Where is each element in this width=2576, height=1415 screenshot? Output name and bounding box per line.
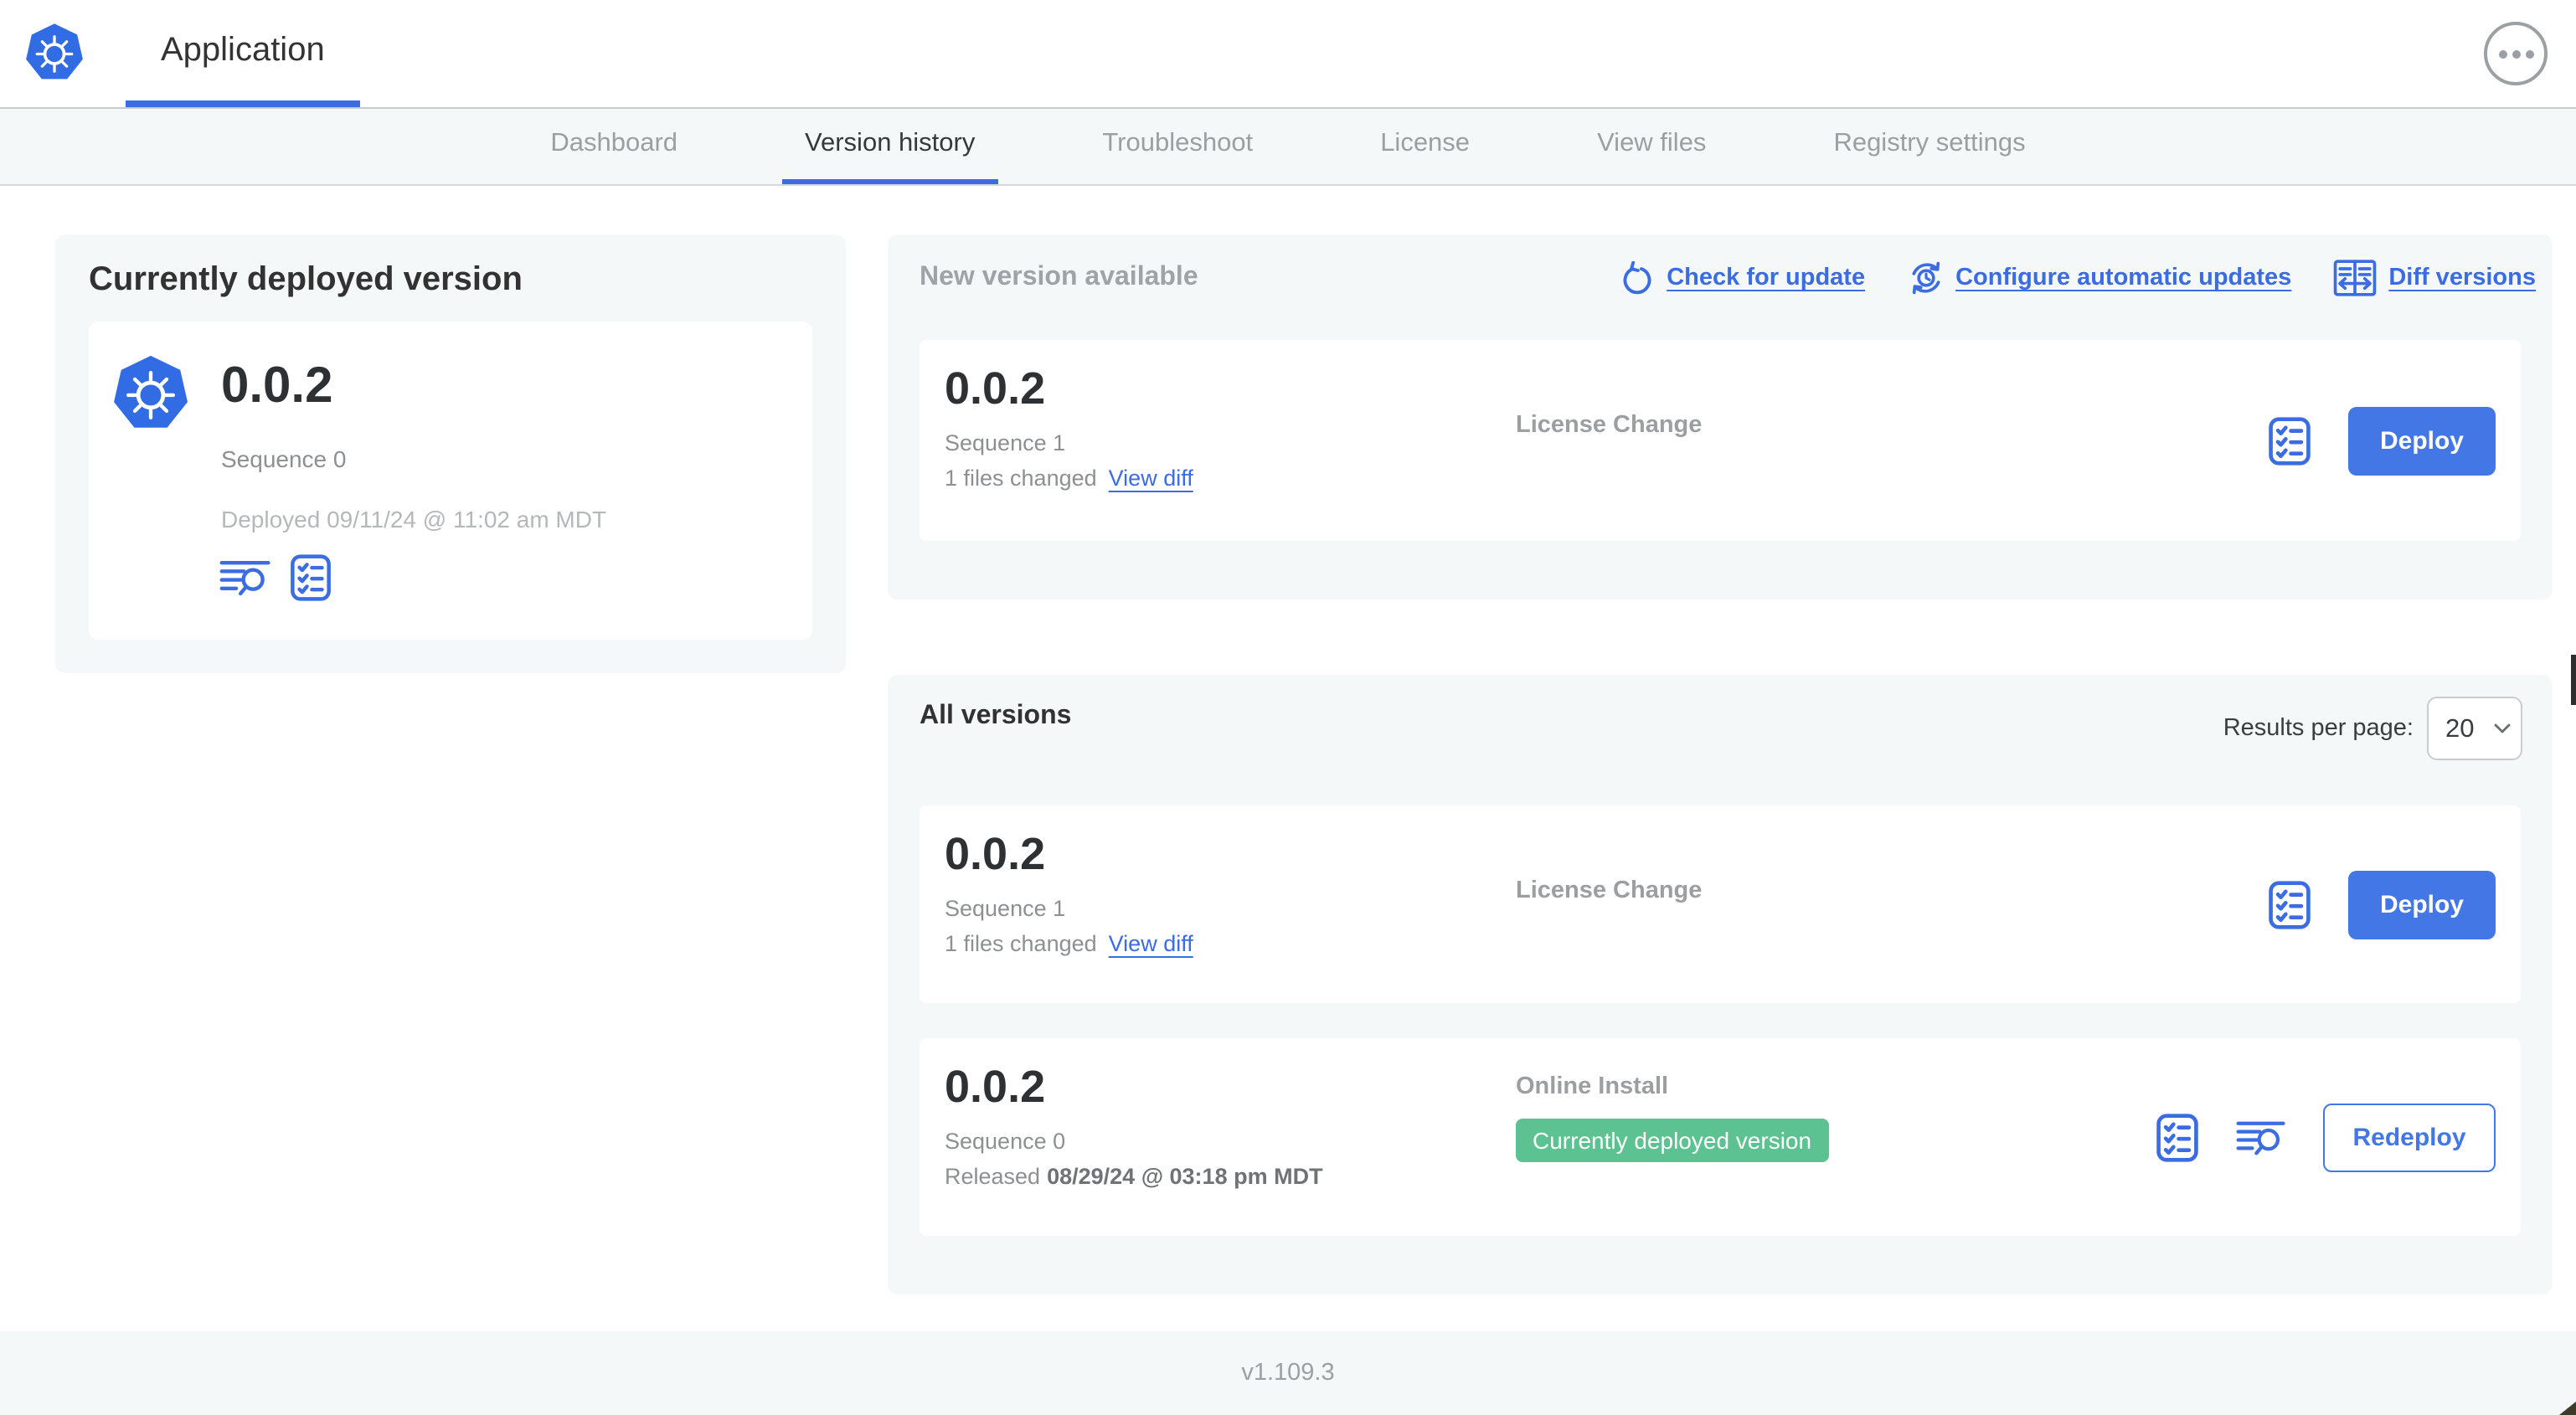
version-number: 0.0.2 bbox=[945, 1062, 1046, 1112]
version-source: Online Install bbox=[1516, 1073, 1669, 1100]
tab-version-history[interactable]: Version history bbox=[781, 109, 999, 184]
deployed-timestamp: Deployed 09/11/24 @ 11:02 am MDT bbox=[221, 506, 607, 533]
checklist-icon[interactable] bbox=[2268, 416, 2311, 465]
files-changed-label: 1 files changed bbox=[945, 930, 1097, 956]
all-versions-title: All versions bbox=[920, 702, 1072, 730]
kubernetes-logo-icon bbox=[23, 22, 85, 84]
diff-versions-link[interactable]: Diff versions bbox=[2333, 260, 2536, 296]
version-sequence: Sequence 1 bbox=[945, 430, 1066, 455]
results-per-page-label: Results per page: bbox=[2223, 715, 2414, 742]
view-diff-link[interactable]: View diff bbox=[1109, 930, 1193, 955]
redeploy-button[interactable]: Redeploy bbox=[2323, 1103, 2496, 1171]
screen-artifact-bar bbox=[2571, 655, 2576, 705]
deploy-button[interactable]: Deploy bbox=[2348, 870, 2496, 939]
released-label: Released bbox=[945, 1163, 1041, 1189]
new-version-title: New version available bbox=[920, 263, 1198, 291]
kots-admin-page: Application Dashboard Version history Tr… bbox=[0, 0, 2576, 1415]
version-row: 0.0.2 Sequence 1 1 files changed View dif… bbox=[920, 805, 2521, 1003]
configure-automatic-updates-link[interactable]: Configure automatic updates bbox=[1907, 260, 2291, 296]
deployed-version-number: 0.0.2 bbox=[221, 358, 333, 414]
version-source: License Change bbox=[1516, 412, 1703, 439]
version-sequence: Sequence 1 bbox=[945, 895, 1066, 921]
diff-icon bbox=[2333, 260, 2377, 296]
files-changed-label: 1 files changed bbox=[945, 465, 1097, 491]
version-number: 0.0.2 bbox=[945, 829, 1046, 879]
tab-registry-settings[interactable]: Registry settings bbox=[1810, 109, 2048, 184]
main-content: Currently deployed version 0.0.2 Sequenc… bbox=[0, 186, 2576, 1331]
new-version-panel: New version available Check for update C… bbox=[888, 234, 2553, 599]
check-for-update-link[interactable]: Check for update bbox=[1620, 260, 1865, 296]
admin-console-version: v1.109.3 bbox=[1241, 1360, 1335, 1387]
app-tab-label: Application bbox=[161, 31, 325, 68]
new-version-card: 0.0.2 Sequence 1 1 files changed View dif… bbox=[920, 340, 2521, 541]
version-sequence: Sequence 0 bbox=[945, 1128, 1066, 1154]
tab-dashboard[interactable]: Dashboard bbox=[527, 109, 701, 184]
logs-icon[interactable] bbox=[2236, 1118, 2286, 1156]
currently-deployed-title: Currently deployed version bbox=[89, 261, 523, 298]
checklist-icon[interactable] bbox=[2156, 1113, 2199, 1161]
all-versions-panel: All versions Results per page: 20 0.0.2 … bbox=[888, 675, 2553, 1294]
kubernetes-app-icon bbox=[111, 353, 191, 434]
view-diff-link[interactable]: View diff bbox=[1109, 465, 1193, 490]
results-per-page-select[interactable]: 20 bbox=[2427, 697, 2522, 760]
version-row: 0.0.2 Sequence 0 Released 08/29/24 @ 03:1… bbox=[920, 1038, 2521, 1236]
currently-deployed-panel: Currently deployed version 0.0.2 Sequenc… bbox=[55, 234, 846, 673]
currently-deployed-badge: Currently deployed version bbox=[1516, 1119, 1829, 1162]
ellipsis-menu-button[interactable] bbox=[2484, 22, 2548, 85]
released-date: 08/29/24 @ 03:18 pm MDT bbox=[1047, 1163, 1323, 1189]
deploy-button[interactable]: Deploy bbox=[2348, 406, 2496, 475]
deployed-sequence: Sequence 0 bbox=[221, 445, 347, 472]
currently-deployed-card: 0.0.2 Sequence 0 Deployed 09/11/24 @ 11:… bbox=[89, 322, 812, 640]
app-tab[interactable]: Application bbox=[126, 0, 360, 107]
tab-license[interactable]: License bbox=[1357, 109, 1493, 184]
refresh-icon bbox=[1620, 260, 1655, 296]
ellipsis-icon bbox=[2498, 49, 2506, 58]
version-number: 0.0.2 bbox=[945, 363, 1046, 414]
app-nav: Dashboard Version history Troubleshoot L… bbox=[0, 109, 2576, 186]
tab-troubleshoot[interactable]: Troubleshoot bbox=[1079, 109, 1276, 184]
version-source: License Change bbox=[1516, 877, 1703, 904]
app-footer: v1.109.3 bbox=[0, 1331, 2576, 1415]
version-actions-row: Check for update Configure automatic upd… bbox=[1620, 260, 2536, 296]
tab-view-files[interactable]: View files bbox=[1574, 109, 1729, 184]
checklist-icon[interactable] bbox=[290, 554, 332, 601]
app-header: Application bbox=[0, 0, 2576, 109]
clock-refresh-icon bbox=[1907, 260, 1944, 296]
checklist-icon[interactable] bbox=[2268, 880, 2311, 929]
logs-icon[interactable] bbox=[219, 558, 271, 598]
